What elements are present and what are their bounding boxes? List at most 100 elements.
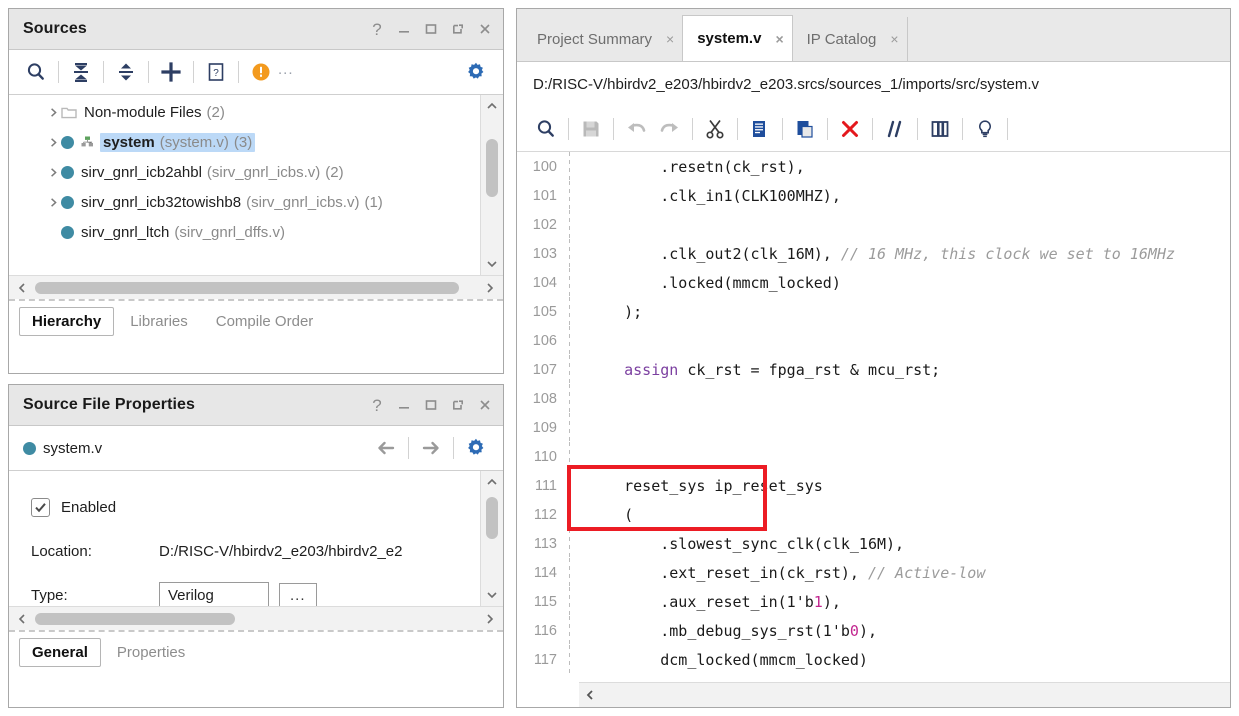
sources-panel-title: Sources <box>23 20 87 37</box>
code-line: 101 .clk_in1(CLK100MHZ), <box>517 181 1230 210</box>
gutter-divider <box>569 442 570 471</box>
scroll-track[interactable] <box>481 117 503 253</box>
scroll-thumb[interactable] <box>486 139 498 197</box>
tab-libraries[interactable]: Libraries <box>118 308 200 335</box>
help-document-icon[interactable]: ? <box>199 55 233 89</box>
properties-horizontal-scrollbar[interactable] <box>9 606 503 630</box>
chevron-right-icon[interactable] <box>45 167 61 178</box>
float-icon[interactable] <box>450 397 466 413</box>
save-icon[interactable] <box>574 112 608 146</box>
code-line: 100 .resetn(ck_rst), <box>517 152 1230 181</box>
chevron-right-icon[interactable] <box>45 107 61 118</box>
add-sources-icon[interactable] <box>154 55 188 89</box>
code-line: 112 ( <box>517 500 1230 529</box>
redo-icon[interactable] <box>653 112 687 146</box>
scroll-thumb[interactable] <box>35 613 235 625</box>
scroll-track[interactable] <box>481 493 503 584</box>
scroll-right-icon[interactable] <box>479 613 501 625</box>
minimize-icon[interactable] <box>396 397 412 413</box>
tab-system-v[interactable]: system.v × <box>682 15 793 61</box>
module-icon <box>61 135 74 149</box>
code-line: 114 .ext_reset_in(ck_rst), // Active-low <box>517 558 1230 587</box>
properties-file-row: system.v <box>9 426 503 471</box>
scroll-up-icon[interactable] <box>481 471 503 493</box>
tab-project-summary[interactable]: Project Summary × <box>523 17 682 61</box>
tab-properties[interactable]: Properties <box>105 639 197 666</box>
tab-general[interactable]: General <box>19 637 101 667</box>
properties-vertical-scrollbar[interactable] <box>480 471 503 606</box>
list-item[interactable]: Non-module Files (2) <box>9 97 481 127</box>
sources-tree[interactable]: Non-module Files (2) system (system.v) (3)… <box>9 95 503 275</box>
list-item[interactable]: sirv_gnrl_ltch (sirv_gnrl_dffs.v) <box>9 217 481 247</box>
code-horizontal-scrollbar[interactable] <box>579 682 1230 707</box>
list-item-file: (sirv_gnrl_icbs.v) <box>206 163 321 181</box>
cut-icon[interactable] <box>698 112 732 146</box>
scroll-thumb[interactable] <box>35 282 459 294</box>
collapse-all-icon[interactable] <box>64 55 98 89</box>
warning-icon[interactable] <box>244 55 278 89</box>
tree-vertical-scrollbar[interactable] <box>480 95 503 275</box>
list-item[interactable]: sirv_gnrl_icb32towishb8 (sirv_gnrl_icbs.… <box>9 187 481 217</box>
scroll-thumb[interactable] <box>486 497 498 539</box>
tree-horizontal-scrollbar[interactable] <box>9 275 503 299</box>
find-icon[interactable] <box>529 112 563 146</box>
scroll-down-icon[interactable] <box>481 253 503 275</box>
file-icon <box>23 441 36 455</box>
undo-icon[interactable] <box>619 112 653 146</box>
scroll-left-icon[interactable] <box>11 282 33 294</box>
code-line: 115 .aux_reset_in(1'b1), <box>517 587 1230 616</box>
comment-icon[interactable] <box>878 112 912 146</box>
browse-button[interactable]: ... <box>279 582 317 606</box>
copy-icon[interactable] <box>743 112 777 146</box>
enabled-checkbox[interactable] <box>31 497 50 517</box>
paste-icon[interactable] <box>788 112 822 146</box>
expand-all-icon[interactable] <box>109 55 143 89</box>
hint-bulb-icon[interactable] <box>968 112 1002 146</box>
tab-ip-catalog[interactable]: IP Catalog × <box>793 17 907 61</box>
help-icon[interactable]: ? <box>369 21 385 38</box>
list-item[interactable]: system (system.v) (3) <box>9 127 481 157</box>
scroll-left-icon[interactable] <box>579 689 601 701</box>
toolbar-separator <box>782 117 783 140</box>
module-icon <box>61 165 74 179</box>
settings-gear-icon[interactable] <box>459 55 493 89</box>
close-icon[interactable]: × <box>775 31 783 47</box>
scroll-right-icon[interactable] <box>479 282 501 294</box>
toolbar-separator <box>917 117 918 140</box>
scroll-down-icon[interactable] <box>481 584 503 606</box>
close-icon[interactable]: × <box>890 31 898 47</box>
close-icon[interactable] <box>477 21 493 37</box>
tab-compile-order[interactable]: Compile Order <box>204 308 326 335</box>
scroll-left-icon[interactable] <box>11 613 33 625</box>
forward-arrow-icon[interactable] <box>414 431 448 465</box>
enabled-row[interactable]: Enabled <box>31 485 481 529</box>
help-icon[interactable]: ? <box>369 397 385 414</box>
close-icon[interactable]: × <box>666 31 674 47</box>
chevron-right-icon[interactable] <box>45 137 61 148</box>
minimize-icon[interactable] <box>396 21 412 37</box>
gutter-divider <box>569 384 570 413</box>
close-icon[interactable] <box>477 397 493 413</box>
chevron-right-icon[interactable] <box>45 197 61 208</box>
column-select-icon[interactable] <box>923 112 957 146</box>
tab-hierarchy[interactable]: Hierarchy <box>19 306 115 336</box>
scroll-up-icon[interactable] <box>481 95 503 117</box>
type-value-field[interactable]: Verilog <box>159 581 269 606</box>
code-view[interactable]: 100 .resetn(ck_rst), 101 .clk_in1(CLK100M… <box>517 152 1230 707</box>
list-item[interactable]: sirv_gnrl_icb2ahbl (sirv_gnrl_icbs.v) (2… <box>9 157 481 187</box>
delete-icon[interactable] <box>833 112 867 146</box>
line-number: 107 <box>532 361 557 378</box>
float-icon[interactable] <box>450 21 466 37</box>
scroll-track[interactable] <box>601 683 1230 707</box>
maximize-icon[interactable] <box>423 21 439 37</box>
maximize-icon[interactable] <box>423 397 439 413</box>
back-arrow-icon[interactable] <box>369 431 403 465</box>
properties-bottom-tabs: General Properties <box>9 630 503 672</box>
sources-panel-header: Sources ? <box>9 9 503 50</box>
scroll-track[interactable] <box>33 276 479 299</box>
code-lines[interactable]: 100 .resetn(ck_rst), 101 .clk_in1(CLK100M… <box>517 152 1230 683</box>
scroll-track[interactable] <box>33 607 479 630</box>
settings-gear-icon[interactable] <box>459 431 493 465</box>
search-icon[interactable] <box>19 55 53 89</box>
line-number: 105 <box>532 303 557 320</box>
